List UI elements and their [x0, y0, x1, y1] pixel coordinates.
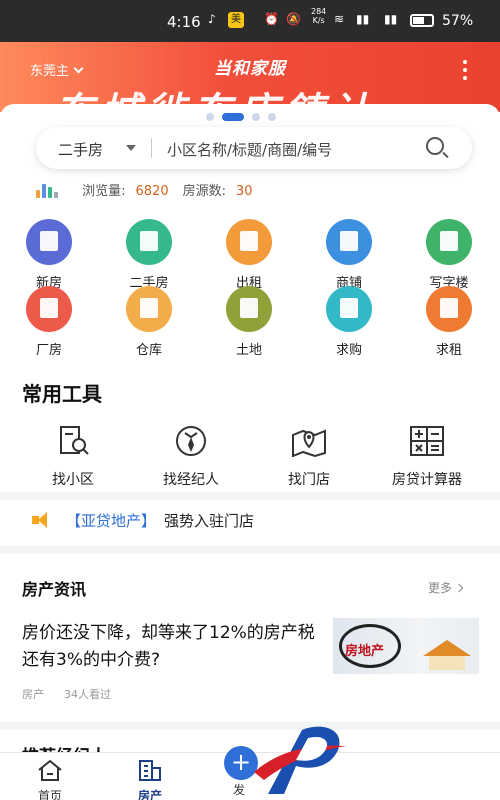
- tool-label: 找门店: [288, 472, 330, 488]
- tab-home[interactable]: 首页: [20, 759, 80, 800]
- category-buy-request[interactable]: 求购: [317, 286, 381, 358]
- city-name: 东莞主: [30, 64, 70, 79]
- tab-label: 首页: [37, 789, 62, 800]
- notice-message: 强势入驻门店: [164, 512, 255, 530]
- notice-brand: 【亚贷地产】: [66, 512, 157, 530]
- banner-brand: 当和家服: [214, 59, 286, 79]
- carousel-dot-active: [222, 113, 244, 121]
- carousel-indicator: [206, 113, 284, 121]
- tool-find-agent[interactable]: 找经纪人: [136, 425, 246, 489]
- city-selector[interactable]: 东莞主: [30, 60, 84, 79]
- listings-count: 30: [236, 184, 253, 199]
- category-rent[interactable]: 出租: [217, 219, 281, 291]
- shop-icon: [326, 219, 372, 265]
- house-roof-icon: [423, 640, 471, 656]
- stats-row: 浏览量: 6820 房源数: 30: [36, 180, 267, 200]
- plus-icon: +: [230, 748, 252, 776]
- tiktok-icon: ♪: [208, 12, 216, 26]
- tools-section-title: 常用工具: [22, 382, 102, 406]
- search-divider: [151, 138, 152, 158]
- news-section-title: 房产资讯: [22, 580, 87, 599]
- warehouse-icon: [126, 286, 172, 332]
- rent-request-icon: [426, 286, 472, 332]
- category-land[interactable]: 土地: [217, 286, 281, 358]
- status-time: 4:16: [167, 13, 201, 31]
- store-map-icon: [292, 429, 326, 458]
- tool-find-community[interactable]: 找小区: [18, 425, 128, 489]
- chevron-down-icon: [73, 63, 84, 74]
- category-rent-request[interactable]: 求租: [417, 286, 481, 358]
- battery-percent: 57%: [442, 13, 474, 29]
- home-icon: [38, 759, 62, 781]
- views-label: 浏览量:: [82, 184, 126, 199]
- app-badge-icon: 美: [228, 12, 244, 28]
- carousel-dot: [206, 113, 214, 121]
- factory-icon: [26, 286, 72, 332]
- bar-chart-icon: [36, 182, 62, 198]
- category-label: 仓库: [135, 343, 162, 358]
- category-factory[interactable]: 厂房: [17, 286, 81, 358]
- tab-property[interactable]: 房产: [120, 759, 180, 800]
- caret-down-icon: [126, 145, 136, 151]
- building-icon: [26, 219, 72, 265]
- buy-request-icon: [326, 286, 372, 332]
- calculator-icon: [410, 426, 444, 456]
- news-category: 房产: [22, 688, 44, 701]
- house-icon: [126, 219, 172, 265]
- office-icon: [426, 219, 472, 265]
- search-icon[interactable]: [426, 137, 444, 155]
- category-label: 厂房: [35, 343, 62, 358]
- news-views: 34人看过: [64, 688, 111, 701]
- carousel-dot: [252, 113, 260, 121]
- news-meta: 房产 34人看过: [22, 686, 111, 702]
- chevron-right-icon: [454, 583, 464, 593]
- category-office[interactable]: 写字楼: [417, 219, 481, 291]
- category-new-house[interactable]: 新房: [17, 219, 81, 291]
- category-shop[interactable]: 商铺: [317, 219, 381, 291]
- notice-bar[interactable]: 【亚贷地产】 强势入驻门店: [32, 510, 254, 536]
- more-vertical-icon[interactable]: [460, 58, 470, 82]
- tool-find-store[interactable]: 找门店: [254, 425, 364, 489]
- search-type-selector[interactable]: 二手房: [58, 139, 103, 160]
- tab-label: 房产: [137, 789, 162, 800]
- tool-label: 房贷计算器: [392, 472, 462, 488]
- signal-icon: ▮▮: [356, 12, 370, 26]
- network-speed: 284 K/s: [311, 7, 327, 25]
- alarm-icon: ⏰: [264, 12, 279, 26]
- views-count: 6820: [135, 184, 169, 199]
- section-divider: [0, 492, 500, 500]
- more-label: 更多: [428, 581, 453, 595]
- search-bar[interactable]: 二手房 小区名称/标题/商圈/编号: [36, 127, 472, 169]
- category-second-hand[interactable]: 二手房: [117, 219, 181, 291]
- status-bar: 4:16 ♪ 美 ⏰ 🔕 284 K/s ≋ ▮▮ ▮▮ 57%: [0, 0, 500, 42]
- watermark-logo: [254, 726, 346, 794]
- rent-icon: [226, 219, 272, 265]
- listings-label: 房源数:: [182, 184, 227, 199]
- publish-label: 发: [233, 783, 246, 797]
- wifi-icon: ≋: [334, 12, 345, 26]
- category-label: 求购: [335, 343, 362, 358]
- mute-icon: 🔕: [286, 12, 301, 26]
- news-more-link[interactable]: 更多: [428, 579, 464, 596]
- category-warehouse[interactable]: 仓库: [117, 286, 181, 358]
- find-community-icon: [60, 426, 89, 455]
- tool-label: 找小区: [52, 472, 94, 488]
- category-label: 土地: [235, 343, 262, 358]
- property-building-icon: [139, 760, 161, 781]
- battery-icon: [410, 14, 434, 27]
- news-headline[interactable]: 房价还没下降，却等来了12%的房产税还有3%的中介费?: [22, 620, 322, 674]
- signal-5g-icon: ▮▮: [384, 12, 398, 26]
- carousel-dot: [268, 113, 276, 121]
- section-divider: [0, 546, 500, 554]
- house-body-icon: [429, 656, 465, 670]
- search-input[interactable]: 小区名称/标题/商圈/编号: [167, 139, 332, 160]
- news-thumbnail[interactable]: 房地产: [333, 618, 479, 674]
- category-label: 求租: [435, 343, 462, 358]
- speaker-icon: [32, 512, 52, 528]
- agent-icon: [176, 426, 206, 456]
- land-icon: [226, 286, 272, 332]
- thumb-text: 房地产: [345, 644, 385, 659]
- tool-mortgage-calculator[interactable]: 房贷计算器: [372, 425, 482, 489]
- tool-label: 找经纪人: [163, 472, 219, 488]
